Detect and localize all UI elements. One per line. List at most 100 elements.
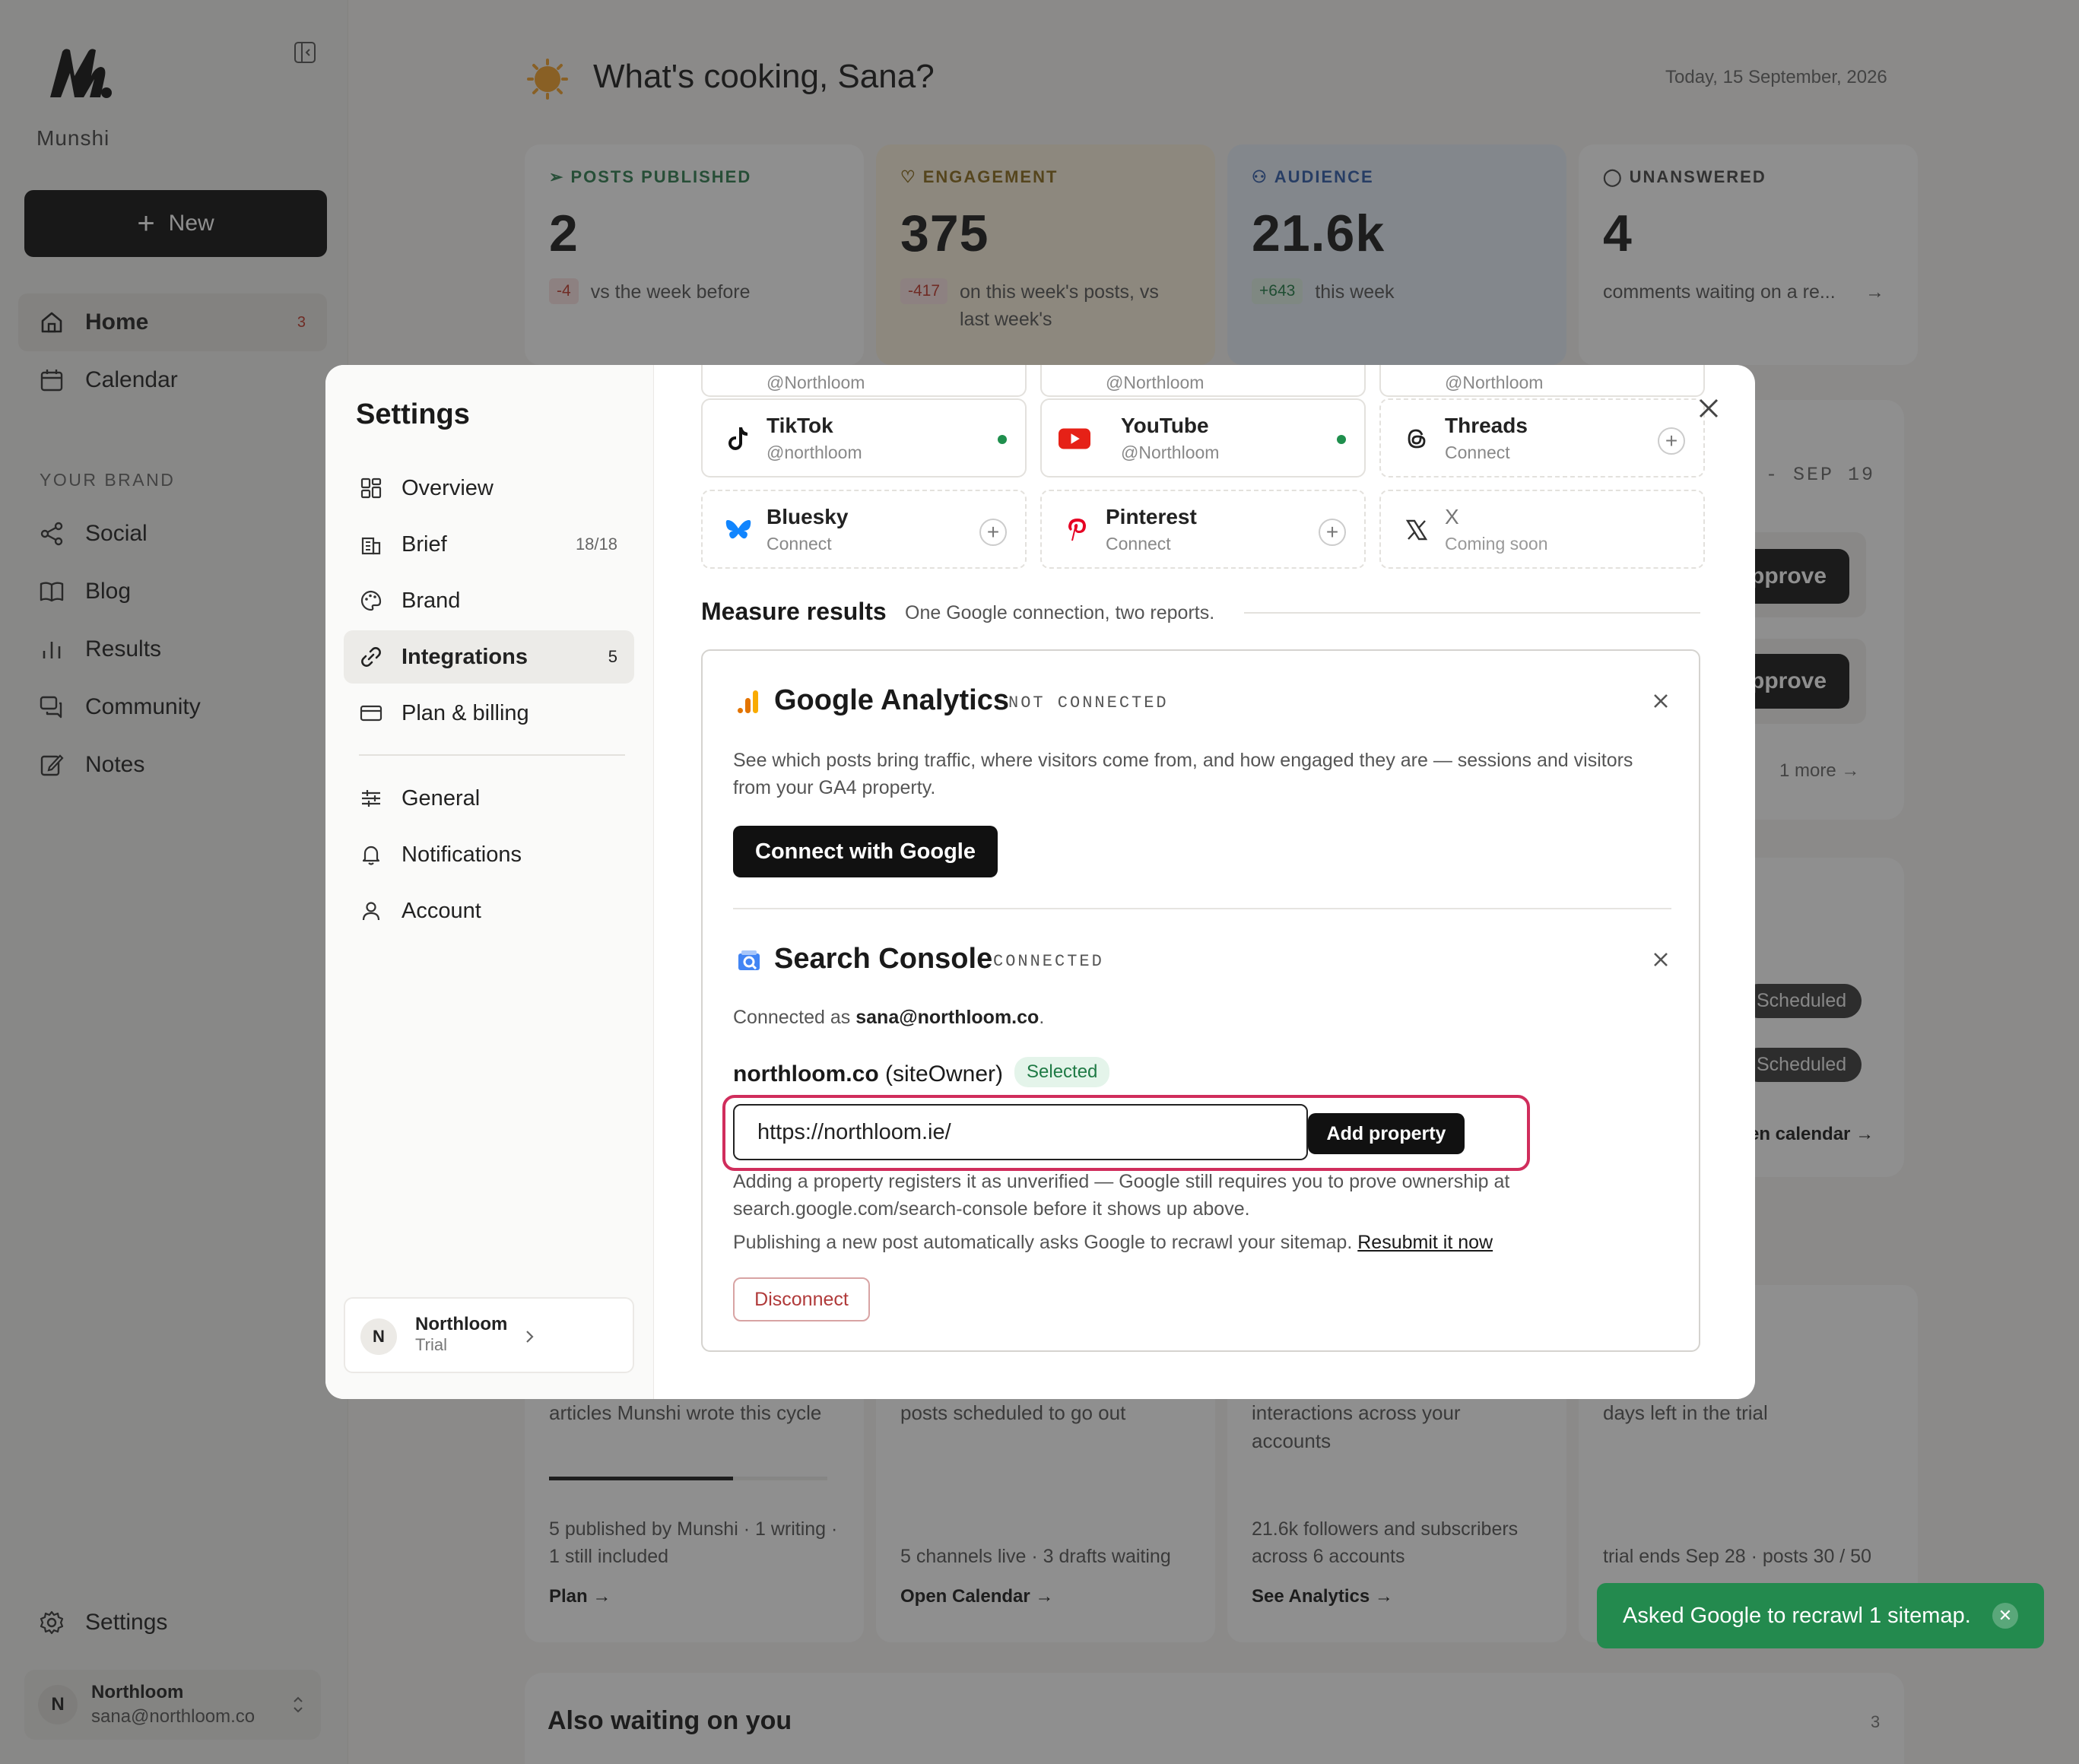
channel-name: Bluesky: [767, 505, 849, 528]
brief-count: 18/18: [575, 535, 617, 554]
analytics-title: Google Analytics: [774, 684, 1009, 716]
bell-icon: [362, 846, 380, 865]
analytics-status: NOT CONNECTED: [1008, 693, 1169, 712]
connected-as-text: Connected as sana@northloom.co.: [733, 1007, 1045, 1028]
connected-dot: [998, 435, 1007, 444]
channel-name: YouTube: [1121, 414, 1209, 437]
add-channel-icon[interactable]: +: [1319, 519, 1346, 546]
search-console-title: Search Console: [774, 943, 993, 975]
chevron-right-icon: [526, 1331, 534, 1343]
settings-nav-brand[interactable]: Brand: [344, 574, 634, 627]
channel-card-cut[interactable]: @Northloom: [701, 365, 1027, 397]
channel-handle: @northloom: [767, 443, 862, 462]
threads-icon: [1401, 423, 1433, 455]
channel-threads[interactable]: Threads Connect +: [1379, 398, 1705, 477]
search-console-icon: [738, 950, 760, 970]
channel-pinterest[interactable]: Pinterest Connect +: [1040, 490, 1366, 569]
search-console-status: CONNECTED: [993, 952, 1104, 971]
user-icon: [362, 902, 380, 921]
channel-name: Pinterest: [1106, 505, 1197, 528]
close-toast-icon[interactable]: ✕: [1992, 1603, 2018, 1629]
add-channel-icon[interactable]: +: [979, 519, 1007, 546]
toast-message: Asked Google to recrawl 1 sitemap.: [1623, 1603, 1971, 1628]
section-divider: [1244, 612, 1700, 614]
building-icon: [361, 537, 381, 555]
property-role: (siteOwner): [885, 1061, 1004, 1087]
channel-card-cut[interactable]: @Northloom: [1040, 365, 1366, 397]
settings-nav-plan-billing[interactable]: Plan & billing: [344, 687, 634, 740]
channel-handle: @Northloom: [1106, 373, 1205, 392]
connect-with-google-button[interactable]: Connect with Google: [733, 826, 998, 877]
sliders-icon: [362, 790, 380, 807]
connected-dot: [1337, 435, 1346, 444]
resubmit-link[interactable]: Resubmit it now: [1357, 1232, 1493, 1253]
channel-name: TikTok: [767, 414, 833, 437]
publish-note: Publishing a new post automatically asks…: [733, 1232, 1493, 1253]
nav-label: Plan & billing: [402, 700, 529, 725]
add-channel-icon[interactable]: +: [1658, 427, 1685, 455]
settings-sidebar: Settings Overview Brief 18/18 Brand Inte…: [325, 365, 654, 1399]
panel-divider: [733, 908, 1671, 909]
analytics-description: See which posts bring traffic, where vis…: [733, 750, 1633, 799]
channel-card-cut[interactable]: @Northloom: [1379, 365, 1705, 397]
property-url-input[interactable]: https://northloom.ie/: [733, 1104, 1308, 1160]
property-name: northloom.co: [733, 1061, 879, 1087]
workspace-avatar: N: [360, 1318, 397, 1355]
settings-nav-overview[interactable]: Overview: [344, 462, 634, 515]
toast-notification: Asked Google to recrawl 1 sitemap. ✕: [1597, 1583, 2044, 1648]
channel-name: X: [1445, 505, 1459, 528]
close-modal-icon[interactable]: [1696, 395, 1722, 421]
channel-status: Connect: [1106, 534, 1171, 554]
channel-status: Connect: [1445, 443, 1510, 462]
add-property-button[interactable]: Add property: [1308, 1113, 1465, 1154]
settings-nav-integrations[interactable]: Integrations 5: [344, 630, 634, 684]
nav-label: Integrations: [402, 644, 528, 669]
youtube-icon: [1059, 423, 1090, 455]
link-icon: [361, 647, 381, 667]
channel-youtube[interactable]: YouTube @Northloom: [1040, 398, 1366, 477]
disconnect-button[interactable]: Disconnect: [733, 1277, 870, 1321]
channel-handle: @Northloom: [1445, 373, 1544, 392]
google-analytics-icon: [738, 690, 758, 713]
measure-results-title: Measure results: [701, 598, 887, 625]
settings-nav-account[interactable]: Account: [344, 884, 634, 938]
channel-name: Threads: [1445, 414, 1528, 437]
channel-x: X Coming soon: [1379, 490, 1705, 569]
channel-handle: @Northloom: [767, 373, 865, 392]
close-analytics-icon[interactable]: [1650, 690, 1671, 712]
channel-status: Coming soon: [1445, 534, 1548, 554]
nav-label: General: [402, 785, 481, 811]
tiktok-icon: [722, 423, 754, 455]
pinterest-icon: [1062, 514, 1093, 546]
nav-label: Overview: [402, 475, 494, 500]
workspace-plan: Trial: [415, 1335, 447, 1354]
integrations-count: 5: [608, 647, 617, 666]
nav-label: Brief: [402, 531, 447, 557]
selected-badge: Selected: [1014, 1057, 1110, 1087]
credit-card-icon: [360, 705, 382, 722]
nav-label: Account: [402, 898, 481, 923]
bluesky-icon: [722, 514, 754, 546]
close-search-console-icon[interactable]: [1650, 949, 1671, 970]
google-reports-panel: Google Analytics NOT CONNECTED See which…: [701, 649, 1700, 1352]
workspace-name: Northloom: [415, 1314, 508, 1334]
connected-email: sana@northloom.co: [855, 1007, 1040, 1028]
settings-modal: Settings Overview Brief 18/18 Brand Inte…: [325, 365, 1755, 1399]
settings-nav-brief[interactable]: Brief 18/18: [344, 518, 634, 571]
nav-label: Brand: [402, 588, 461, 613]
nav-label: Notifications: [402, 842, 522, 867]
nav-divider: [359, 754, 625, 756]
settings-title: Settings: [356, 398, 470, 430]
channel-tiktok[interactable]: TikTok @northloom: [701, 398, 1027, 477]
settings-nav-general[interactable]: General: [344, 772, 634, 825]
palette-icon: [360, 590, 382, 611]
x-logo-icon: [1401, 514, 1433, 546]
channel-handle: @Northloom: [1121, 443, 1220, 462]
channel-status: Connect: [767, 534, 832, 554]
settings-nav-notifications[interactable]: Notifications: [344, 828, 634, 881]
channel-bluesky[interactable]: Bluesky Connect +: [701, 490, 1027, 569]
workspace-switcher[interactable]: N Northloom Trial: [344, 1297, 634, 1373]
grid-icon: [360, 477, 382, 499]
add-property-note: Adding a property registers it as unveri…: [733, 1171, 1510, 1220]
property-label: northloom.co (siteOwner): [733, 1061, 1003, 1087]
